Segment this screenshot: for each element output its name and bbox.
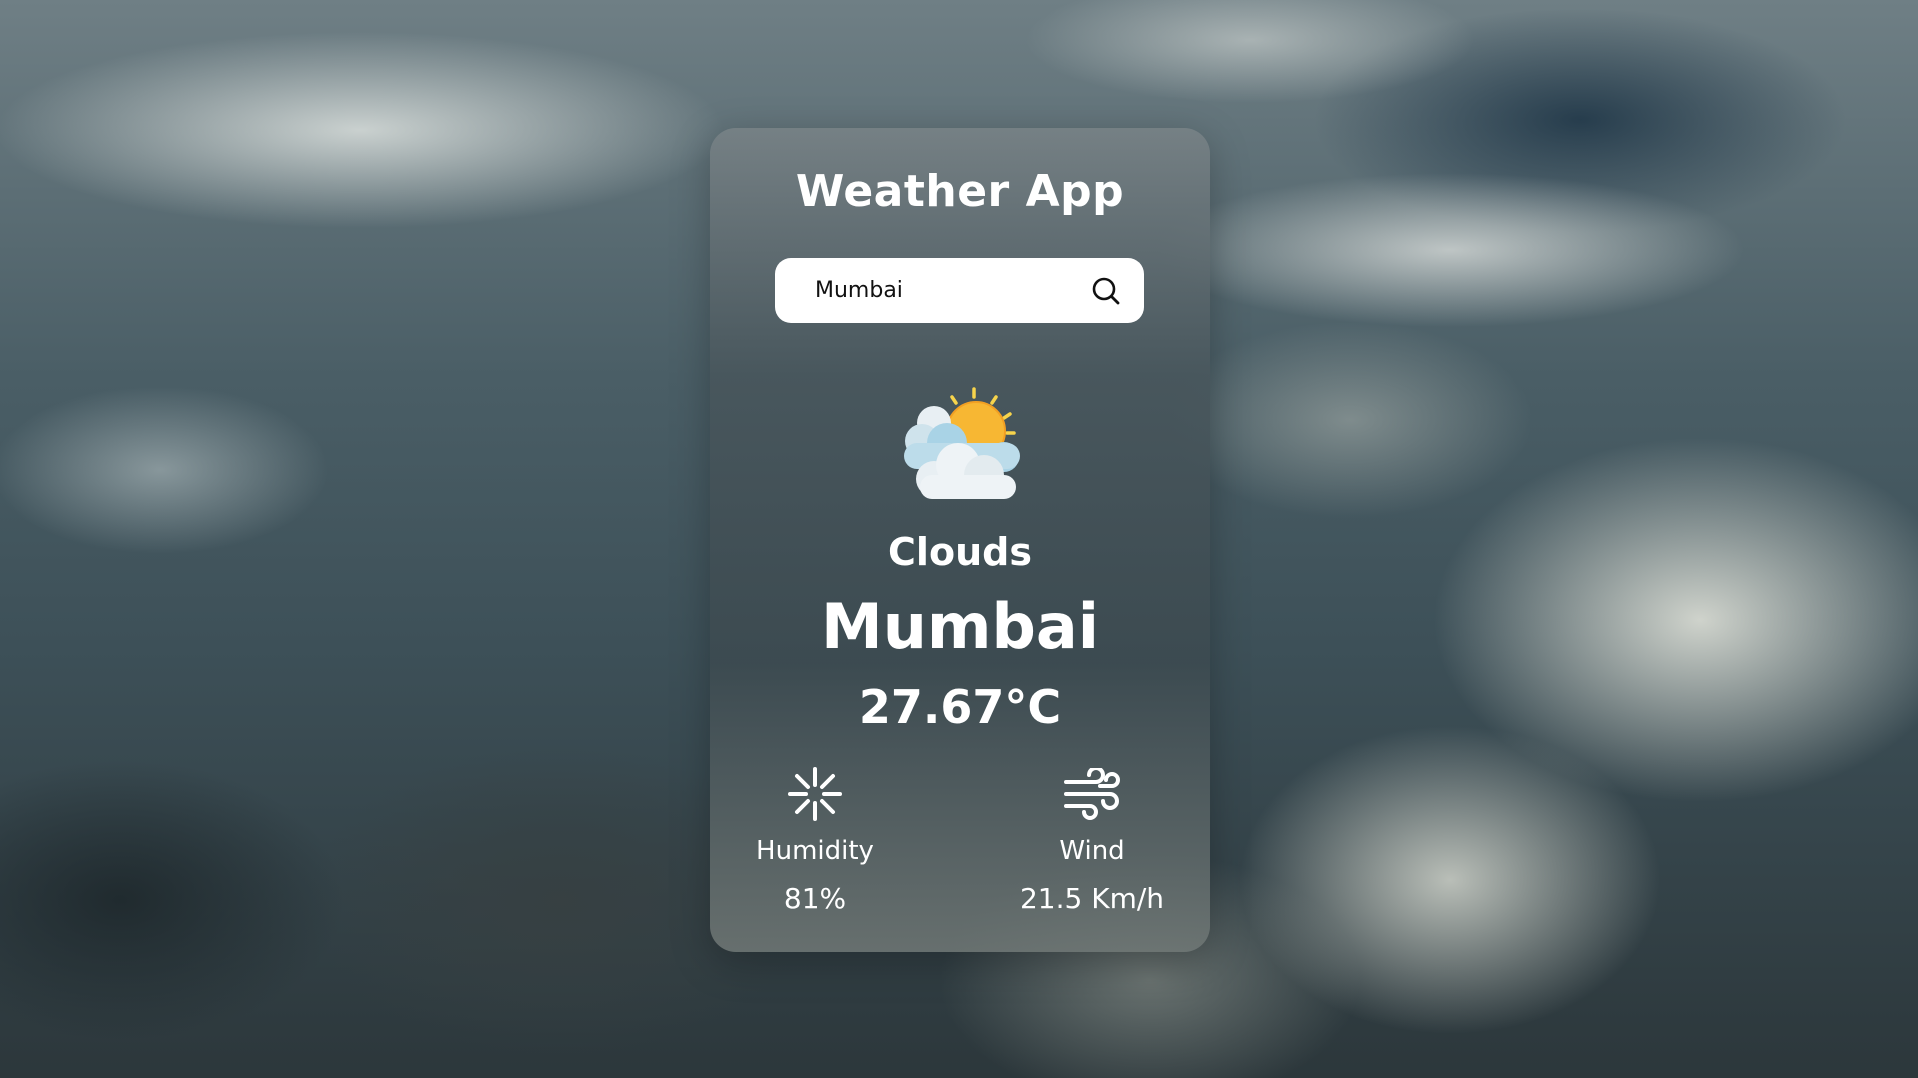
sun-behind-clouds-icon [904, 387, 1020, 499]
humidity-icon [788, 767, 842, 821]
search-icon [1092, 277, 1119, 304]
humidity-label: Humidity [756, 836, 874, 866]
wind-stat: Wind 21.5 Km/h [1007, 764, 1177, 915]
humidity-value: 81% [783, 882, 847, 915]
wind-icon [1064, 768, 1120, 820]
humidity-stat: Humidity 81% [730, 764, 900, 915]
search-bar [775, 258, 1144, 323]
wind-label: Wind [1059, 836, 1125, 866]
app-title: Weather App [795, 166, 1125, 217]
temperature: 27.67°C [858, 680, 1062, 734]
city-name: Mumbai [821, 590, 1099, 663]
weather-card: Weather App Clouds Mumbai 27.67° [710, 128, 1210, 952]
weather-condition: Clouds [888, 530, 1032, 574]
wind-value: 21.5 Km/h [1019, 882, 1165, 915]
city-search-input[interactable] [815, 278, 1089, 303]
search-button[interactable] [1089, 273, 1122, 309]
